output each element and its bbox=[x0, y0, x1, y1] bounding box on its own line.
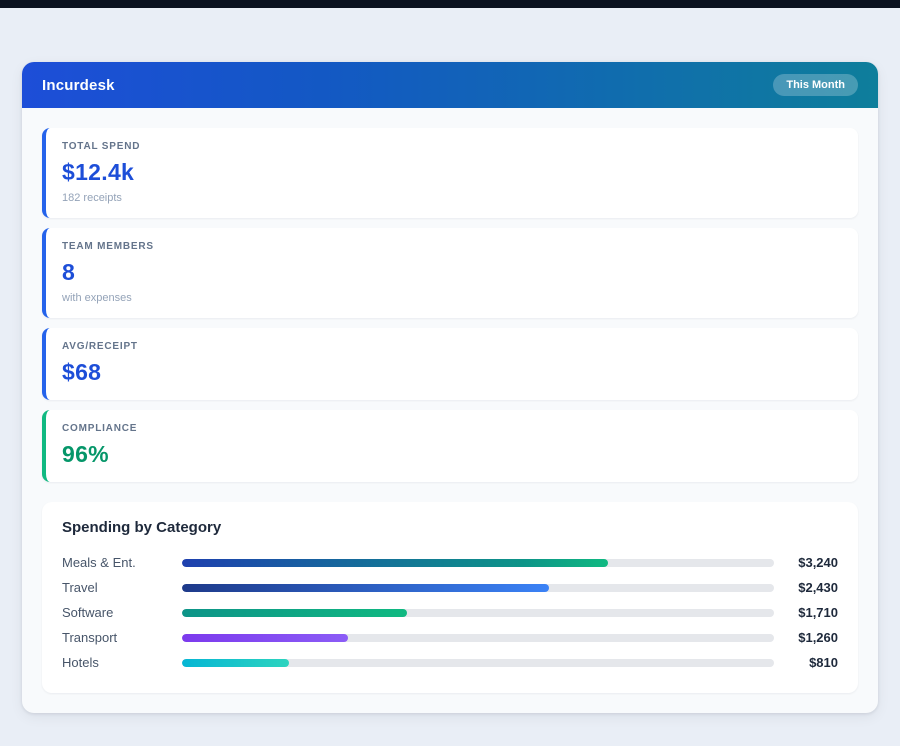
category-bar-track bbox=[182, 659, 774, 667]
stat-value: 8 bbox=[62, 259, 840, 286]
category-label: Meals & Ent. bbox=[62, 555, 182, 570]
stat-value: $68 bbox=[62, 359, 840, 386]
stats-section: TOTAL SPEND $12.4k 182 receipts TEAM MEM… bbox=[22, 108, 878, 482]
stat-card-team-members: TEAM MEMBERS 8 with expenses bbox=[42, 228, 858, 318]
app-card: Incurdesk This Month TOTAL SPEND $12.4k … bbox=[22, 62, 878, 713]
category-bar-fill bbox=[182, 609, 407, 617]
category-bar-track bbox=[182, 609, 774, 617]
period-badge[interactable]: This Month bbox=[773, 74, 858, 96]
category-row-transport: Transport $1,260 bbox=[62, 625, 838, 650]
category-row-software: Software $1,710 bbox=[62, 600, 838, 625]
stat-value: $12.4k bbox=[62, 159, 840, 186]
category-bar-fill bbox=[182, 634, 348, 642]
category-bar-track bbox=[182, 559, 774, 567]
stat-label: TOTAL SPEND bbox=[62, 141, 840, 152]
stat-value: 96% bbox=[62, 441, 840, 468]
app-title: Incurdesk bbox=[42, 77, 115, 94]
chart-title: Spending by Category bbox=[62, 519, 838, 536]
stat-label: AVG/RECEIPT bbox=[62, 341, 840, 352]
stat-subtext: with expenses bbox=[62, 292, 840, 304]
category-bar-fill bbox=[182, 659, 289, 667]
category-value: $3,240 bbox=[774, 555, 838, 570]
category-label: Hotels bbox=[62, 655, 182, 670]
app-header: Incurdesk This Month bbox=[22, 62, 878, 108]
category-bar-track bbox=[182, 634, 774, 642]
category-row-hotels: Hotels $810 bbox=[62, 650, 838, 675]
category-label: Transport bbox=[62, 630, 182, 645]
category-value: $1,260 bbox=[774, 630, 838, 645]
category-value: $2,430 bbox=[774, 580, 838, 595]
top-bar bbox=[0, 0, 900, 8]
stat-label: TEAM MEMBERS bbox=[62, 241, 840, 252]
category-row-meals: Meals & Ent. $3,240 bbox=[62, 550, 838, 575]
spending-by-category-card: Spending by Category Meals & Ent. $3,240… bbox=[42, 502, 858, 693]
stat-card-compliance: COMPLIANCE 96% bbox=[42, 410, 858, 482]
stat-subtext: 182 receipts bbox=[62, 192, 840, 204]
category-bar-fill bbox=[182, 559, 608, 567]
category-label: Software bbox=[62, 605, 182, 620]
category-row-travel: Travel $2,430 bbox=[62, 575, 838, 600]
stat-label: COMPLIANCE bbox=[62, 423, 840, 434]
category-bar-track bbox=[182, 584, 774, 592]
stat-card-total-spend: TOTAL SPEND $12.4k 182 receipts bbox=[42, 128, 858, 218]
category-value: $810 bbox=[774, 655, 838, 670]
category-value: $1,710 bbox=[774, 605, 838, 620]
category-label: Travel bbox=[62, 580, 182, 595]
category-bar-fill bbox=[182, 584, 549, 592]
stat-card-avg-receipt: AVG/RECEIPT $68 bbox=[42, 328, 858, 400]
